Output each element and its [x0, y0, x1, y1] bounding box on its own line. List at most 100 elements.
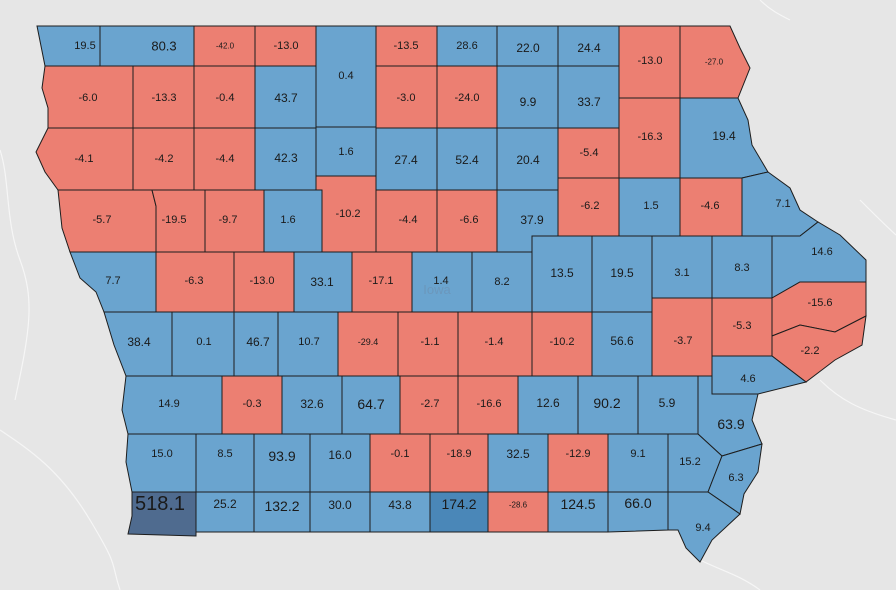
- county-lucas[interactable]: [429, 433, 489, 493]
- county-value-clinton: -15.6: [807, 297, 832, 309]
- county-value-keokuk: 90.2: [593, 395, 620, 411]
- county-value-clay: -0.4: [216, 92, 235, 104]
- county-value-scott: -2.2: [801, 345, 820, 357]
- county-value-johnson: -3.7: [674, 335, 693, 347]
- county-value-ida: -19.5: [161, 214, 186, 226]
- county-value-adair: 32.6: [300, 397, 324, 411]
- county-value-buchanan: 1.5: [643, 200, 658, 212]
- county-value-butler: 20.4: [516, 153, 540, 167]
- county-value-dubuque: 7.1: [775, 198, 790, 210]
- county-value-dickinson: -42.0: [216, 42, 235, 51]
- county-value-worth: 28.6: [456, 40, 477, 52]
- county-union[interactable]: [309, 433, 371, 493]
- county-value-des-moines: 6.3: [728, 472, 743, 484]
- county-value-harrison: 38.4: [127, 335, 151, 349]
- county-value-delaware: -4.6: [701, 200, 720, 212]
- county-value-fremont: 518.1: [135, 493, 185, 515]
- county-value-hancock: -3.0: [397, 92, 416, 104]
- county-value-page: 25.2: [213, 497, 237, 511]
- county-value-cass: -0.3: [243, 398, 262, 410]
- county-value-winneshiek: -13.0: [637, 55, 662, 67]
- county-value-cerro-gordo: -24.0: [454, 92, 479, 104]
- county-value-winnebago: -13.5: [393, 40, 418, 52]
- county-value-calhoun: 1.6: [280, 214, 295, 226]
- iowa-county-map: 19.5 80.3 -42.0 -13.0 0.4 -13.5 28.6 22.0 24.4 -1…: [0, 0, 896, 590]
- county-value-marion: -16.6: [476, 398, 501, 410]
- county-value-howard: 24.4: [577, 41, 601, 55]
- county-value-hamilton: -4.4: [399, 214, 418, 226]
- county-value-monona: 7.7: [105, 275, 120, 287]
- county-value-palo-alto: 43.7: [274, 91, 298, 105]
- county-value-hardin: -6.6: [460, 214, 479, 226]
- county-value-jasper: -1.4: [485, 336, 504, 348]
- county-value-marshall: 8.2: [494, 276, 509, 288]
- county-value-muscatine: 4.6: [740, 373, 755, 385]
- county-value-cherokee: -4.2: [155, 153, 174, 165]
- county-value-lee: 9.4: [695, 522, 710, 534]
- county-value-iowa-county: 56.6: [610, 334, 634, 348]
- county-value-crawford: -6.3: [185, 275, 204, 287]
- county-value-buena-vista: -4.4: [216, 153, 235, 165]
- county-value-carroll: -13.0: [249, 275, 274, 287]
- county-value-jackson: 14.6: [811, 246, 832, 258]
- county-mills[interactable]: [125, 433, 197, 493]
- county-value-fayette: -16.3: [637, 131, 662, 143]
- county-value-franklin: 52.4: [455, 153, 479, 167]
- county-montgomery[interactable]: [195, 433, 255, 493]
- county-value-louisa: 63.9: [717, 416, 744, 432]
- county-value-pocahontas: 42.3: [274, 151, 298, 165]
- county-value-chickasaw: 33.7: [577, 95, 601, 109]
- county-value-lyon: 19.5: [74, 40, 95, 52]
- county-value-guthrie: 10.7: [298, 336, 319, 348]
- county-value-plymouth: -4.1: [75, 153, 94, 165]
- county-value-kossuth: 0.4: [338, 70, 353, 82]
- county-value-taylor: 132.2: [264, 498, 299, 514]
- county-value-sioux: -6.0: [79, 92, 98, 104]
- county-value-warren: -2.7: [421, 398, 440, 410]
- county-value-bremer: -5.4: [580, 147, 599, 159]
- county-value-grundy: 37.9: [520, 213, 544, 227]
- county-value-decatur: 43.8: [388, 498, 412, 512]
- county-value-linn: 3.1: [674, 267, 689, 279]
- county-value-black-hawk: -6.2: [581, 200, 600, 212]
- state-label: Iowa: [423, 282, 451, 297]
- county-value-boone: -17.1: [368, 275, 393, 287]
- county-value-clayton: 19.4: [712, 129, 736, 143]
- county-value-montgomery: 8.5: [217, 448, 232, 460]
- county-value-poweshiek: -10.2: [549, 336, 574, 348]
- county-value-jefferson: 9.1: [630, 448, 645, 460]
- county-value-obrien: -13.3: [151, 92, 176, 104]
- county-appanoose[interactable]: [487, 491, 549, 533]
- county-value-van-buren: 66.0: [624, 495, 651, 511]
- county-value-monroe: 32.5: [506, 447, 530, 461]
- county-value-sac: -9.7: [219, 214, 238, 226]
- county-value-benton: 19.5: [610, 266, 634, 280]
- county-clarke[interactable]: [369, 433, 431, 493]
- county-value-wapello: -12.9: [565, 448, 590, 460]
- county-value-osceola: 80.3: [151, 39, 176, 54]
- county-value-woodbury: -5.7: [93, 214, 112, 226]
- county-osceola[interactable]: [99, 25, 195, 67]
- county-value-greene: 33.1: [310, 275, 334, 289]
- county-value-ringgold: 30.0: [328, 498, 352, 512]
- county-wapello[interactable]: [547, 433, 609, 493]
- county-value-humboldt: 1.6: [338, 146, 353, 158]
- county-value-audubon: 46.7: [246, 335, 270, 349]
- county-value-washington: 5.9: [659, 396, 676, 410]
- county-value-adams: 93.9: [268, 448, 295, 464]
- county-value-shelby: 0.1: [196, 336, 211, 348]
- county-value-dallas: -29.4: [358, 337, 379, 347]
- county-value-davis: 124.5: [560, 496, 595, 512]
- county-value-lucas: -18.9: [446, 448, 471, 460]
- county-value-jones: 8.3: [734, 262, 749, 274]
- county-value-tama: 13.5: [550, 266, 574, 280]
- county-monroe[interactable]: [487, 433, 549, 493]
- county-jefferson[interactable]: [607, 433, 669, 493]
- county-value-mills: 15.0: [151, 448, 172, 460]
- county-value-henry: 15.2: [679, 456, 700, 468]
- county-value-floyd: 9.9: [520, 95, 537, 109]
- county-value-emmet: -13.0: [273, 40, 298, 52]
- county-value-polk: -1.1: [421, 336, 440, 348]
- county-value-wayne: 174.2: [441, 496, 476, 512]
- county-value-appanoose: -28.6: [509, 501, 528, 510]
